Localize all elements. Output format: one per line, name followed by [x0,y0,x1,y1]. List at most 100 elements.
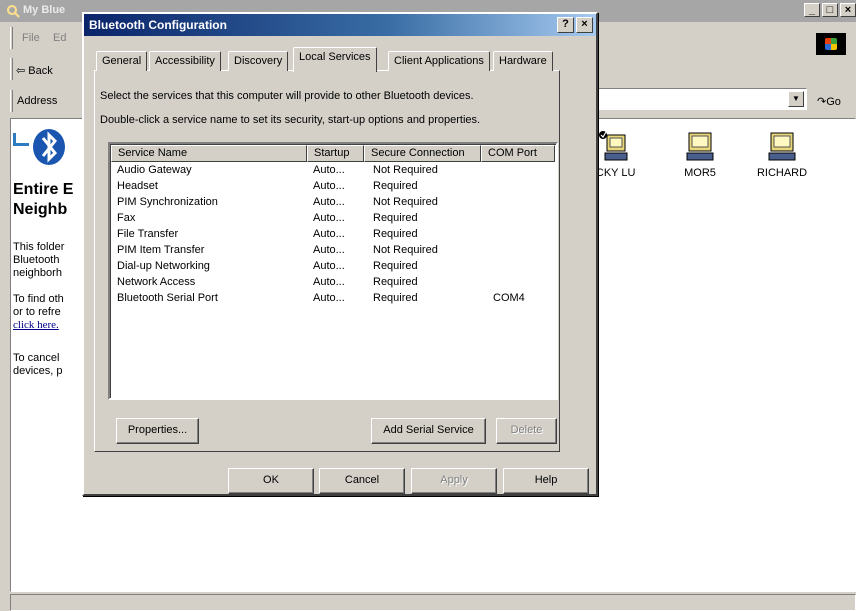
address-label: Address [17,95,58,107]
service-name-cell: Audio Gateway [117,164,192,176]
menu-file[interactable]: File [22,32,40,44]
service-name-cell: Dial-up Networking [117,260,210,272]
minimize-button[interactable]: _ [804,3,820,17]
column-com-port[interactable]: COM Port [481,145,555,162]
secure-connection-cell: Required [373,260,418,272]
service-row[interactable]: Audio Gateway Auto... Not Required [111,163,557,179]
device-name: MOR5 [684,167,716,179]
service-row[interactable]: PIM Synchronization Auto... Not Required [111,195,557,211]
service-name-cell: Bluetooth Serial Port [117,292,218,304]
startup-cell: Auto... [313,196,345,208]
find-line-1: To find oth [13,293,64,305]
secure-connection-cell: Required [373,180,418,192]
tab-general[interactable]: General [96,51,148,71]
startup-cell: Auto... [313,180,345,192]
windows-logo-icon [816,33,846,55]
dialog-title: Bluetooth Configuration [89,18,227,32]
apply-button[interactable]: Apply [411,468,497,494]
startup-cell: Auto... [313,260,345,272]
go-button[interactable]: ↷Go [817,95,841,108]
service-row[interactable]: Headset Auto... Required [111,179,557,195]
secure-connection-cell: Not Required [373,244,438,256]
device-item[interactable]: MOR5 [676,131,724,179]
computer-icon [686,132,714,161]
toolbar-grip [10,58,13,80]
secure-connection-cell: Not Required [373,196,438,208]
add-serial-service-button[interactable]: Add Serial Service [371,418,486,444]
ok-button[interactable]: OK [228,468,314,494]
services-list-header: Service Name Startup Secure Connection C… [111,145,555,164]
address-input[interactable]: ▼ [589,88,807,110]
device-item[interactable]: RICHARD [757,131,807,179]
secure-connection-cell: Required [373,212,418,224]
bluetooth-logo-icon [13,129,65,165]
service-row[interactable]: Dial-up Networking Auto... Required [111,259,557,275]
cancel-line-2: devices, p [13,365,63,377]
device-name: RICHARD [756,167,808,179]
refresh-link[interactable]: click here. [13,319,64,332]
delete-button[interactable]: Delete [496,418,557,444]
startup-cell: Auto... [313,212,345,224]
secure-connection-cell: Required [373,228,418,240]
find-line-2: or to refre [13,306,61,318]
go-arrow-icon: ↷ [817,96,827,108]
service-name-cell: PIM Synchronization [117,196,218,208]
bluetooth-configuration-dialog: Bluetooth Configuration ? × General Acce… [82,12,598,496]
addressbar-grip [10,90,13,112]
services-rows: Audio Gateway Auto... Not Required Headset A… [111,163,557,307]
tab-client-applications[interactable]: Client Applications [388,51,490,71]
service-name-cell: Fax [117,212,136,224]
service-row[interactable]: Fax Auto... Required [111,211,557,227]
tab-accessibility[interactable]: Accessibility [149,51,221,71]
startup-cell: Auto... [313,244,345,256]
service-row[interactable]: Bluetooth Serial Port Auto... Required COM4 [111,291,557,307]
service-row[interactable]: File Transfer Auto... Required [111,227,557,243]
dialog-titlebar[interactable]: Bluetooth Configuration ? × [84,14,596,36]
services-description: Select the services that this computer w… [100,90,474,102]
tab-hardware[interactable]: Hardware [493,51,553,71]
explorer-title: My Blue [23,4,66,16]
back-button[interactable]: ⇦ Back [16,64,53,77]
close-button[interactable]: × [840,3,856,17]
secure-connection-cell: Not Required [373,164,438,176]
status-bar [10,594,856,611]
column-service-name[interactable]: Service Name [111,145,307,162]
service-name-cell: File Transfer [117,228,179,240]
properties-button[interactable]: Properties... [116,418,199,444]
startup-cell: Auto... [313,276,345,288]
maximize-button[interactable]: □ [822,3,838,17]
startup-cell: Auto... [313,164,345,176]
service-name-cell: Headset [117,180,158,192]
bluetooth-neighborhood-icon [7,5,20,18]
service-row[interactable]: Network Access Auto... Required [111,275,557,291]
back-arrow-icon: ⇦ [16,65,29,77]
service-name-cell: Network Access [117,276,196,288]
folder-heading-line-2: Neighb [13,201,68,218]
address-dropdown-icon[interactable]: ▼ [788,91,804,107]
folder-heading: Entire E Neighb [13,180,73,220]
com-port-cell: COM4 [493,292,525,304]
services-instruction: Double-click a service name to set its s… [100,114,481,126]
info-line-3: neighborh [13,267,62,279]
tab-local-services[interactable]: Local Services [293,47,377,72]
folder-heading-line-1: Entire E [13,181,74,198]
service-row[interactable]: PIM Item Transfer Auto... Not Required [111,243,557,259]
cancel-line-1: To cancel [13,352,60,364]
column-startup[interactable]: Startup [307,145,364,162]
services-list[interactable]: Service Name Startup Secure Connection C… [108,142,558,400]
service-name-cell: PIM Item Transfer [117,244,205,256]
cancel-button[interactable]: Cancel [319,468,405,494]
computer-icon [768,132,796,161]
menu-edit[interactable]: Ed [53,32,66,44]
folder-description: This folder Bluetooth neighborh To find … [13,241,64,378]
tab-discovery[interactable]: Discovery [228,51,289,71]
help-button[interactable]: Help [503,468,589,494]
help-titlebar-button[interactable]: ? [557,17,574,33]
secure-connection-cell: Required [373,276,418,288]
go-label: Go [826,96,841,108]
column-secure-connection[interactable]: Secure Connection [364,145,481,162]
close-titlebar-button[interactable]: × [576,17,593,33]
info-line-1: This folder [13,241,65,253]
info-line-2: Bluetooth [13,254,60,266]
back-label: Back [28,65,53,77]
